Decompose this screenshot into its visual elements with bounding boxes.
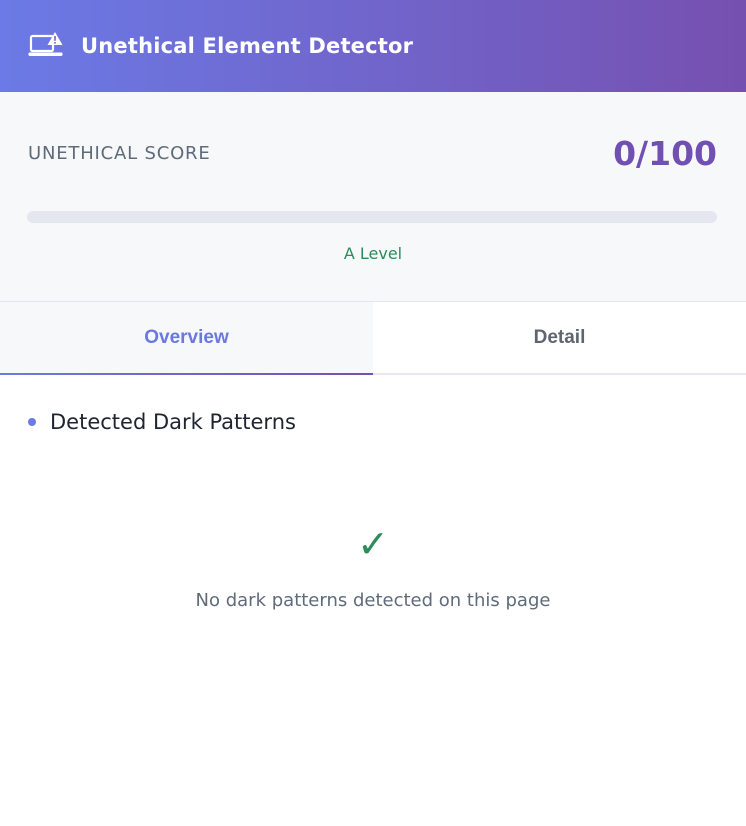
laptop-warning-icon xyxy=(28,31,64,61)
score-row: UNETHICAL SCORE 0/100 xyxy=(28,134,717,173)
level-badge: A Level xyxy=(343,244,403,263)
header-bar: Unethical Element Detector xyxy=(0,0,746,92)
app-title: Unethical Element Detector xyxy=(81,34,414,58)
empty-state: ✓ No dark patterns detected on this page xyxy=(28,524,718,611)
score-panel: UNETHICAL SCORE 0/100 A Level xyxy=(0,92,746,302)
check-icon: ✓ xyxy=(357,522,389,566)
tab-detail[interactable]: Detail xyxy=(373,302,746,373)
extension-panel: Unethical Element Detector UNETHICAL SCO… xyxy=(0,0,746,826)
section-title: Detected Dark Patterns xyxy=(50,410,296,434)
bullet-dot-icon xyxy=(28,418,36,426)
score-value: 0/100 xyxy=(613,134,717,173)
score-label: UNETHICAL SCORE xyxy=(28,143,211,164)
section-heading: Detected Dark Patterns xyxy=(28,410,718,434)
score-progress-bar xyxy=(27,211,717,223)
tab-overview[interactable]: Overview xyxy=(0,302,373,375)
overview-content: Detected Dark Patterns ✓ No dark pattern… xyxy=(0,410,746,611)
empty-state-message: No dark patterns detected on this page xyxy=(195,590,551,611)
tab-bar: Overview Detail xyxy=(0,302,746,375)
